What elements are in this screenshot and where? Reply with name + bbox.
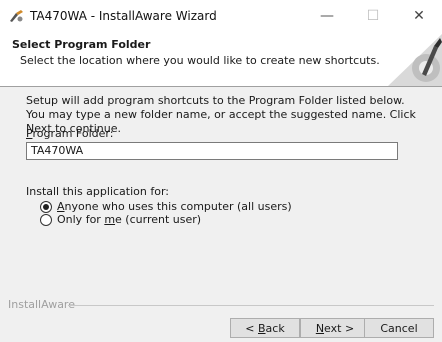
current-user-label-text: e (current user)	[115, 213, 202, 226]
wizard-content: Setup will add program shortcuts to the …	[0, 87, 442, 297]
maximize-button[interactable]: ☐	[350, 0, 396, 32]
all-users-radio[interactable]	[40, 200, 52, 213]
next-button-mnemonic: N	[315, 322, 325, 335]
all-users-label[interactable]: Anyone who uses this computer (all users…	[57, 200, 292, 213]
installaware-logo-graphic	[388, 34, 442, 86]
back-button-prefix: <	[245, 322, 258, 335]
window-title: TA470WA - InstallAware Wizard	[30, 9, 217, 23]
page-subtitle: Select the location where you would like…	[20, 54, 380, 67]
program-folder-label: Program Folder:	[26, 127, 113, 140]
current-user-mnemonic: m	[104, 213, 116, 226]
back-button-label: ack	[265, 322, 285, 335]
wizard-header: Select Program Folder Select the locatio…	[0, 32, 442, 87]
title-bar: TA470WA - InstallAware Wizard — ☐ ✕	[0, 0, 442, 32]
footer-divider	[68, 305, 434, 306]
back-button[interactable]: < Back	[230, 318, 300, 338]
all-users-option[interactable]: Anyone who uses this computer (all users…	[40, 200, 292, 213]
next-button-label: ext >	[324, 322, 355, 335]
back-button-mnemonic: B	[258, 322, 266, 335]
page-title: Select Program Folder	[12, 38, 151, 51]
cancel-button[interactable]: Cancel	[364, 318, 434, 338]
program-folder-input[interactable]: TA470WA	[26, 142, 398, 160]
current-user-label-prefix: Only for	[57, 213, 105, 226]
current-user-radio[interactable]	[40, 213, 52, 226]
close-button[interactable]: ✕	[396, 0, 442, 32]
install-for-label: Install this application for:	[26, 185, 169, 198]
current-user-option[interactable]: Only for me (current user)	[40, 213, 201, 226]
minimize-button[interactable]: —	[304, 0, 350, 32]
program-folder-label-text: rogram Folder:	[32, 127, 114, 140]
current-user-label[interactable]: Only for me (current user)	[57, 213, 201, 226]
installer-app-icon	[10, 10, 23, 22]
all-users-mnemonic: A	[57, 200, 65, 213]
installaware-brand-label: InstallAware	[8, 298, 75, 311]
all-users-label-text: nyone who uses this computer (all users)	[64, 200, 292, 213]
next-button[interactable]: Next >	[300, 318, 370, 338]
